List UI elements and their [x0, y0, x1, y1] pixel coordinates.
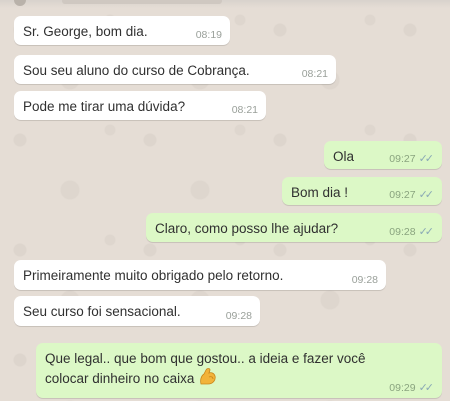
message-time: 09:28	[389, 225, 416, 238]
message-time: 08:21	[231, 104, 258, 116]
message-text: Primeiramente muito obrigado pelo retorn…	[23, 268, 284, 283]
read-ticks-icon: ✓✓	[418, 189, 435, 201]
read-ticks-icon: ✓✓	[418, 382, 435, 394]
read-ticks-icon: ✓✓	[418, 226, 435, 238]
message-bubble-outgoing[interactable]: Bom dia ! 09:27 ✓✓	[282, 177, 442, 205]
message-text: Pode me tirar uma dúvida?	[23, 99, 186, 114]
message-time: 09:28	[225, 310, 252, 322]
message-text: Bom dia !	[291, 185, 349, 200]
message-bubble-outgoing[interactable]: Claro, como posso lhe ajudar? 09:28 ✓✓	[146, 213, 442, 242]
message-text: Seu curso foi sensacional.	[23, 304, 181, 319]
message-text: Que legal.. que bom que gostou.. a ideia…	[45, 350, 405, 391]
message-time: 08:19	[195, 29, 222, 41]
message-bubble-incoming[interactable]: Sr. George, bom dia. 08:19	[14, 16, 230, 45]
message-bubble-incoming[interactable]: Primeiramente muito obrigado pelo retorn…	[14, 260, 386, 290]
message-time: 09:27	[389, 188, 416, 201]
read-ticks-icon: ✓✓	[418, 153, 435, 165]
message-text: Claro, como posso lhe ajudar?	[155, 221, 339, 236]
message-bubble-outgoing[interactable]: Ola 09:27 ✓✓	[324, 141, 442, 169]
message-time: 08:21	[301, 68, 328, 80]
message-time: 09:28	[351, 274, 378, 286]
message-text: Sou seu aluno do curso de Cobrança.	[23, 63, 250, 78]
flexed-biceps-icon	[198, 368, 218, 391]
message-bubble-incoming[interactable]: Seu curso foi sensacional. 09:28	[14, 296, 260, 326]
message-time: 09:29	[389, 381, 416, 394]
header-blurred-text	[62, 0, 222, 4]
avatar	[14, 0, 26, 6]
message-time: 09:27	[389, 152, 416, 165]
message-text: Sr. George, bom dia.	[23, 24, 148, 39]
chat-header-edge	[0, 0, 450, 8]
message-bubble-incoming[interactable]: Sou seu aluno do curso de Cobrança. 08:2…	[14, 55, 336, 84]
message-bubble-outgoing[interactable]: Que legal.. que bom que gostou.. a ideia…	[36, 343, 442, 398]
message-text: Ola	[333, 149, 355, 164]
message-bubble-incoming[interactable]: Pode me tirar uma dúvida? 08:21	[14, 91, 266, 120]
